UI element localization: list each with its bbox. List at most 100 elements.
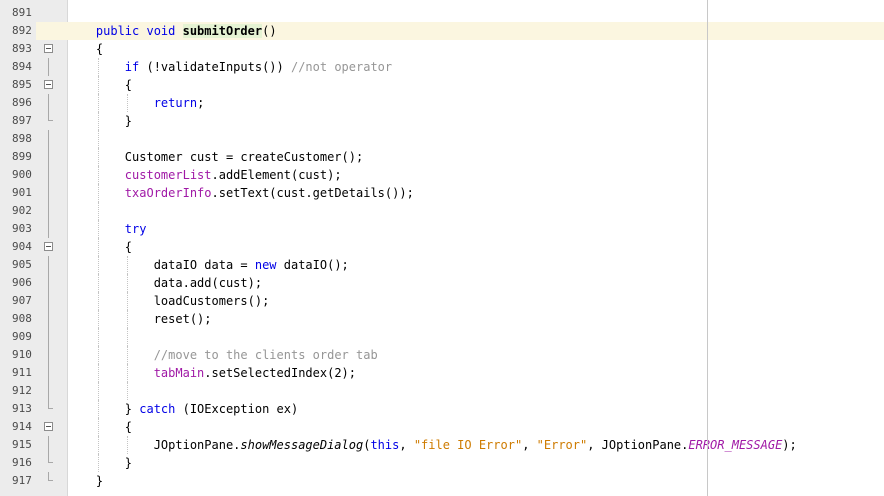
fold-guide-line <box>48 184 49 202</box>
fold-guide-line <box>48 436 49 454</box>
code-line[interactable]: 909 <box>0 328 884 346</box>
code-text[interactable]: return; <box>67 94 205 112</box>
code-text[interactable]: if (!validateInputs()) //not operator <box>67 58 392 76</box>
code-token: submitOrder <box>182 24 263 38</box>
code-token: } <box>67 402 140 416</box>
fold-guide-line <box>48 256 49 274</box>
fold-guide-line <box>48 94 49 112</box>
fold-guide-line <box>48 202 49 220</box>
line-number: 909 <box>12 330 32 343</box>
code-token: this <box>370 438 400 452</box>
code-token: data.add(cust); <box>67 276 263 290</box>
code-text[interactable]: try <box>67 220 147 238</box>
line-number: 896 <box>12 96 32 109</box>
code-line[interactable]: 916 } <box>0 454 884 472</box>
code-line[interactable]: 911 tabMain.setSelectedIndex(2); <box>0 364 884 382</box>
fold-toggle-icon[interactable] <box>44 80 53 89</box>
code-text[interactable]: reset(); <box>67 310 212 328</box>
fold-guide-line <box>48 310 49 328</box>
code-text[interactable]: } <box>67 472 103 490</box>
code-token: Customer cust = createCustomer(); <box>67 150 364 164</box>
fold-guide-line <box>48 220 49 238</box>
code-text[interactable]: { <box>67 40 103 58</box>
code-line[interactable]: 905 dataIO data = new dataIO(); <box>0 256 884 274</box>
code-text[interactable]: dataIO data = new dataIO(); <box>67 256 349 274</box>
code-token: dataIO data = <box>67 258 255 272</box>
code-line[interactable]: 897 } <box>0 112 884 130</box>
code-line[interactable]: 913 } catch (IOException ex) <box>0 400 884 418</box>
code-token: (!validateInputs()) <box>139 60 291 74</box>
fold-toggle-icon[interactable] <box>44 242 53 251</box>
code-token: { <box>67 42 104 56</box>
code-line[interactable]: 896 return; <box>0 94 884 112</box>
line-number: 910 <box>12 348 32 361</box>
code-line[interactable]: 898 <box>0 130 884 148</box>
code-line[interactable]: 908 reset(); <box>0 310 884 328</box>
code-text[interactable]: } catch (IOException ex) <box>67 400 298 418</box>
code-token: ERROR_MESSAGE <box>688 438 783 452</box>
line-number: 891 <box>12 6 32 19</box>
code-text[interactable]: //move to the clients order tab <box>67 346 378 364</box>
code-line[interactable]: 907 loadCustomers(); <box>0 292 884 310</box>
code-text[interactable]: } <box>67 112 132 130</box>
code-token: , <box>399 438 414 452</box>
code-text[interactable]: loadCustomers(); <box>67 292 270 310</box>
code-line[interactable]: 895 { <box>0 76 884 94</box>
code-text[interactable]: } <box>67 454 132 472</box>
code-text[interactable]: { <box>67 418 132 436</box>
line-number: 915 <box>12 438 32 451</box>
code-line[interactable]: 910 //move to the clients order tab <box>0 346 884 364</box>
code-line[interactable]: 914 { <box>0 418 884 436</box>
code-text[interactable]: Customer cust = createCustomer(); <box>67 148 363 166</box>
fold-guide-line <box>48 58 49 76</box>
indent-guide <box>97 382 100 400</box>
code-text[interactable]: { <box>67 238 132 256</box>
fold-toggle-icon[interactable] <box>44 422 53 431</box>
code-token: "Error" <box>536 438 588 452</box>
code-line[interactable]: 915 JOptionPane.showMessageDialog(this, … <box>0 436 884 454</box>
fold-end-marker <box>48 472 53 481</box>
code-text[interactable]: txaOrderInfo.setText(cust.getDetails()); <box>67 184 414 202</box>
indent-guide <box>97 130 100 148</box>
indent-guide <box>126 382 129 400</box>
code-token: try <box>124 222 147 236</box>
code-line[interactable]: 904 { <box>0 238 884 256</box>
code-line[interactable]: 891 <box>0 4 884 22</box>
code-text[interactable]: { <box>67 76 132 94</box>
code-token: , <box>522 438 537 452</box>
code-text[interactable]: customerList.addElement(cust); <box>67 166 342 184</box>
code-token: //not operator <box>290 60 393 74</box>
code-editor[interactable]: 891 892 public void submitOrder() 893 {894… <box>0 0 884 496</box>
code-line[interactable]: 894 if (!validateInputs()) //not operato… <box>0 58 884 76</box>
code-line[interactable]: 892 public void submitOrder() <box>0 22 884 40</box>
code-line[interactable]: 901 txaOrderInfo.setText(cust.getDetails… <box>0 184 884 202</box>
code-token: return <box>153 96 198 110</box>
code-token: .setSelectedIndex(2); <box>204 366 356 380</box>
code-line[interactable]: 893 { <box>0 40 884 58</box>
code-text[interactable]: data.add(cust); <box>67 274 262 292</box>
code-text[interactable]: tabMain.setSelectedIndex(2); <box>67 364 356 382</box>
fold-toggle-icon[interactable] <box>44 44 53 53</box>
code-token: catch <box>139 402 176 416</box>
fold-end-marker <box>48 400 53 409</box>
code-text[interactable]: JOptionPane.showMessageDialog(this, "fil… <box>67 436 797 454</box>
code-line[interactable]: 906 data.add(cust); <box>0 274 884 292</box>
code-line[interactable]: 903 try <box>0 220 884 238</box>
code-line[interactable]: 902 <box>0 202 884 220</box>
fold-guide-line <box>48 274 49 292</box>
code-token: } <box>67 456 133 470</box>
code-line[interactable]: 899 Customer cust = createCustomer(); <box>0 148 884 166</box>
code-token: () <box>262 24 277 38</box>
code-token: (IOException ex) <box>175 402 299 416</box>
code-line[interactable]: 917 } <box>0 472 884 490</box>
code-text[interactable]: public void submitOrder() <box>67 22 277 40</box>
code-line[interactable]: 900 customerList.addElement(cust); <box>0 166 884 184</box>
code-line[interactable]: 912 <box>0 382 884 400</box>
line-number: 904 <box>12 240 32 253</box>
line-number: 900 <box>12 168 32 181</box>
line-number: 913 <box>12 402 32 415</box>
